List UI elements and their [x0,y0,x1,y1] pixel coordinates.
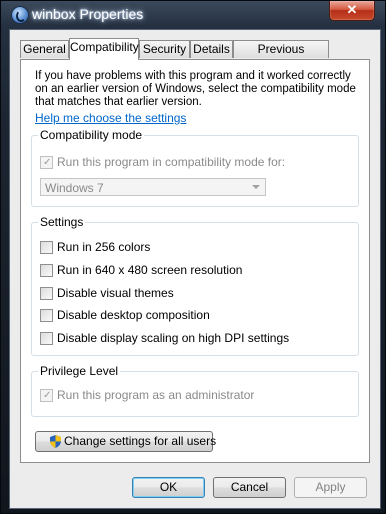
setting-disable-visual-themes-checkbox[interactable] [40,287,53,300]
compatibility-mode-title: Compatibility mode [38,128,145,142]
setting-label: Disable desktop composition [57,308,210,322]
compatibility-mode-checkbox[interactable]: ✓ [40,156,53,169]
apply-button[interactable]: Apply [294,477,367,498]
setting-disable-desktop-composition-checkbox[interactable] [40,309,53,322]
setting-disable-dpi-scaling-checkbox[interactable] [40,332,53,345]
check-icon: ✓ [43,390,52,401]
compatibility-mode-label: Run this program in compatibility mode f… [57,155,286,169]
os-version-dropdown[interactable]: Windows 7 [40,178,266,196]
properties-window: winbox Properties ✕ General Compatibilit… [0,0,386,514]
cancel-button[interactable]: Cancel [213,477,286,498]
winbox-app-icon [11,6,29,24]
setting-label: Run in 256 colors [57,240,151,254]
check-icon: ✓ [43,157,52,168]
privilege-level-group: Privilege Level ✓ Run this program as an… [31,364,359,417]
run-as-admin-checkbox[interactable]: ✓ [40,389,53,402]
close-button[interactable]: ✕ [329,1,375,21]
tab-compatibility[interactable]: Compatibility [69,38,139,60]
help-link[interactable]: Help me choose the settings [35,111,186,125]
chevron-down-icon [252,185,260,189]
tab-general[interactable]: General [20,40,69,58]
tab-security[interactable]: Security [139,40,190,58]
change-settings-all-users-button[interactable]: Change settings for all users [35,431,217,452]
close-icon: ✕ [346,2,358,17]
uac-shield-icon [50,435,61,448]
setting-256-colors-checkbox[interactable] [40,241,53,254]
tab-details[interactable]: Details [190,40,233,58]
compatibility-mode-group: Compatibility mode ✓ Run this program in… [31,128,359,207]
dialog-client-area: General Compatibility Security Details P… [9,29,381,509]
title-bar[interactable]: winbox Properties ✕ [1,1,386,29]
ok-button[interactable]: OK [132,477,205,498]
compatibility-panel: If you have problems with this program a… [20,59,370,463]
change-settings-all-users-label: Change settings for all users [64,434,217,448]
setting-label: Disable visual themes [57,286,174,300]
os-version-value: Windows 7 [45,181,104,195]
setting-640x480-checkbox[interactable] [40,264,53,277]
intro-text: If you have problems with this program a… [35,70,356,108]
run-as-admin-label: Run this program as an administrator [57,388,255,402]
window-title: winbox Properties [32,6,144,22]
setting-label: Disable display scaling on high DPI sett… [57,331,290,345]
tab-strip: General Compatibility Security Details P… [20,38,380,73]
settings-title: Settings [38,215,86,229]
tab-previous-versions[interactable]: Previous Versions [233,40,329,73]
settings-group: Settings Run in 256 colors Run in 640 x … [31,215,359,356]
setting-label: Run in 640 x 480 screen resolution [57,263,243,277]
privilege-level-title: Privilege Level [38,364,121,378]
